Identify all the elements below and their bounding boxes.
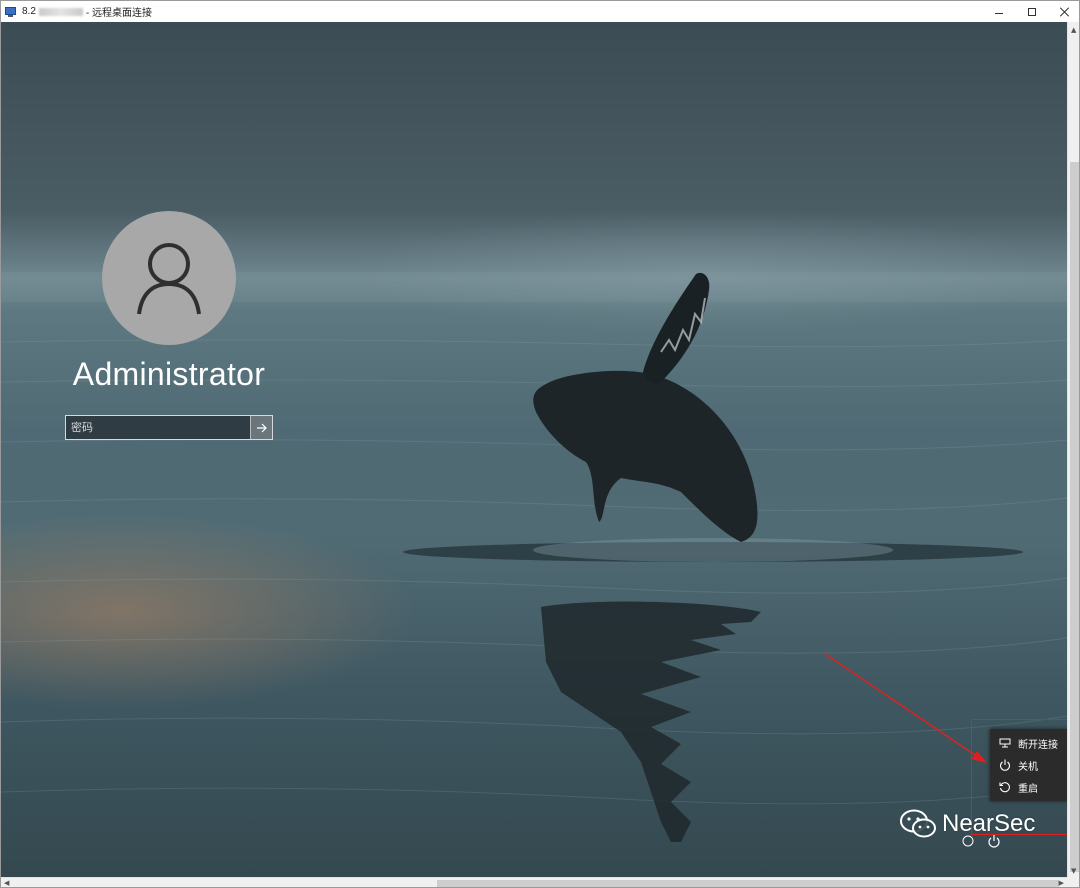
remote-screen[interactable]: Administrator [1, 22, 1067, 877]
minimize-button[interactable] [982, 1, 1015, 22]
password-input[interactable] [66, 416, 250, 439]
scroll-up-icon[interactable]: ▲ [1071, 26, 1076, 34]
redacted-address [38, 7, 83, 16]
username-label: Administrator [72, 356, 266, 392]
close-button[interactable] [1048, 1, 1079, 22]
horizontal-scroll-thumb[interactable] [437, 880, 1059, 887]
close-icon [1060, 7, 1070, 17]
scroll-down-icon[interactable]: ▼ [1071, 867, 1076, 875]
minimize-icon [994, 12, 1003, 14]
maximize-button[interactable] [1015, 1, 1048, 22]
watermark-text: NearSec [942, 810, 1036, 837]
whale-image [403, 272, 1023, 842]
remote-desktop-icon [4, 5, 18, 19]
wechat-icon [900, 809, 936, 838]
title-suffix: - 远程桌面连接 [85, 8, 153, 19]
password-box [65, 415, 273, 440]
horizontal-scrollbar[interactable]: ◀ ▶ [1, 877, 1067, 887]
user-icon [137, 243, 201, 315]
user-avatar [102, 211, 236, 345]
title-bar[interactable]: 8.2 - 远程桌面连接 [1, 1, 1079, 22]
remote-desktop-window: 8.2 - 远程桌面连接 Administrator 断开连接 关机 重启 Ne… [0, 0, 1080, 888]
scroll-left-icon[interactable]: ◀ [4, 879, 9, 887]
maximize-icon [1027, 7, 1036, 16]
watermark: NearSec [899, 809, 1035, 839]
window-title: 8.2 - 远程桌面连接 [22, 4, 152, 19]
window-controls [982, 1, 1079, 22]
scroll-right-icon[interactable]: ▶ [1059, 879, 1064, 887]
submit-button[interactable] [250, 416, 272, 439]
vertical-scroll-thumb[interactable] [1070, 162, 1079, 872]
title-prefix: 8.2 [22, 6, 36, 17]
scrollbar-corner [1067, 877, 1079, 887]
arrow-right-icon [256, 423, 267, 432]
vertical-scrollbar[interactable]: ▲ ▼ [1067, 22, 1079, 877]
